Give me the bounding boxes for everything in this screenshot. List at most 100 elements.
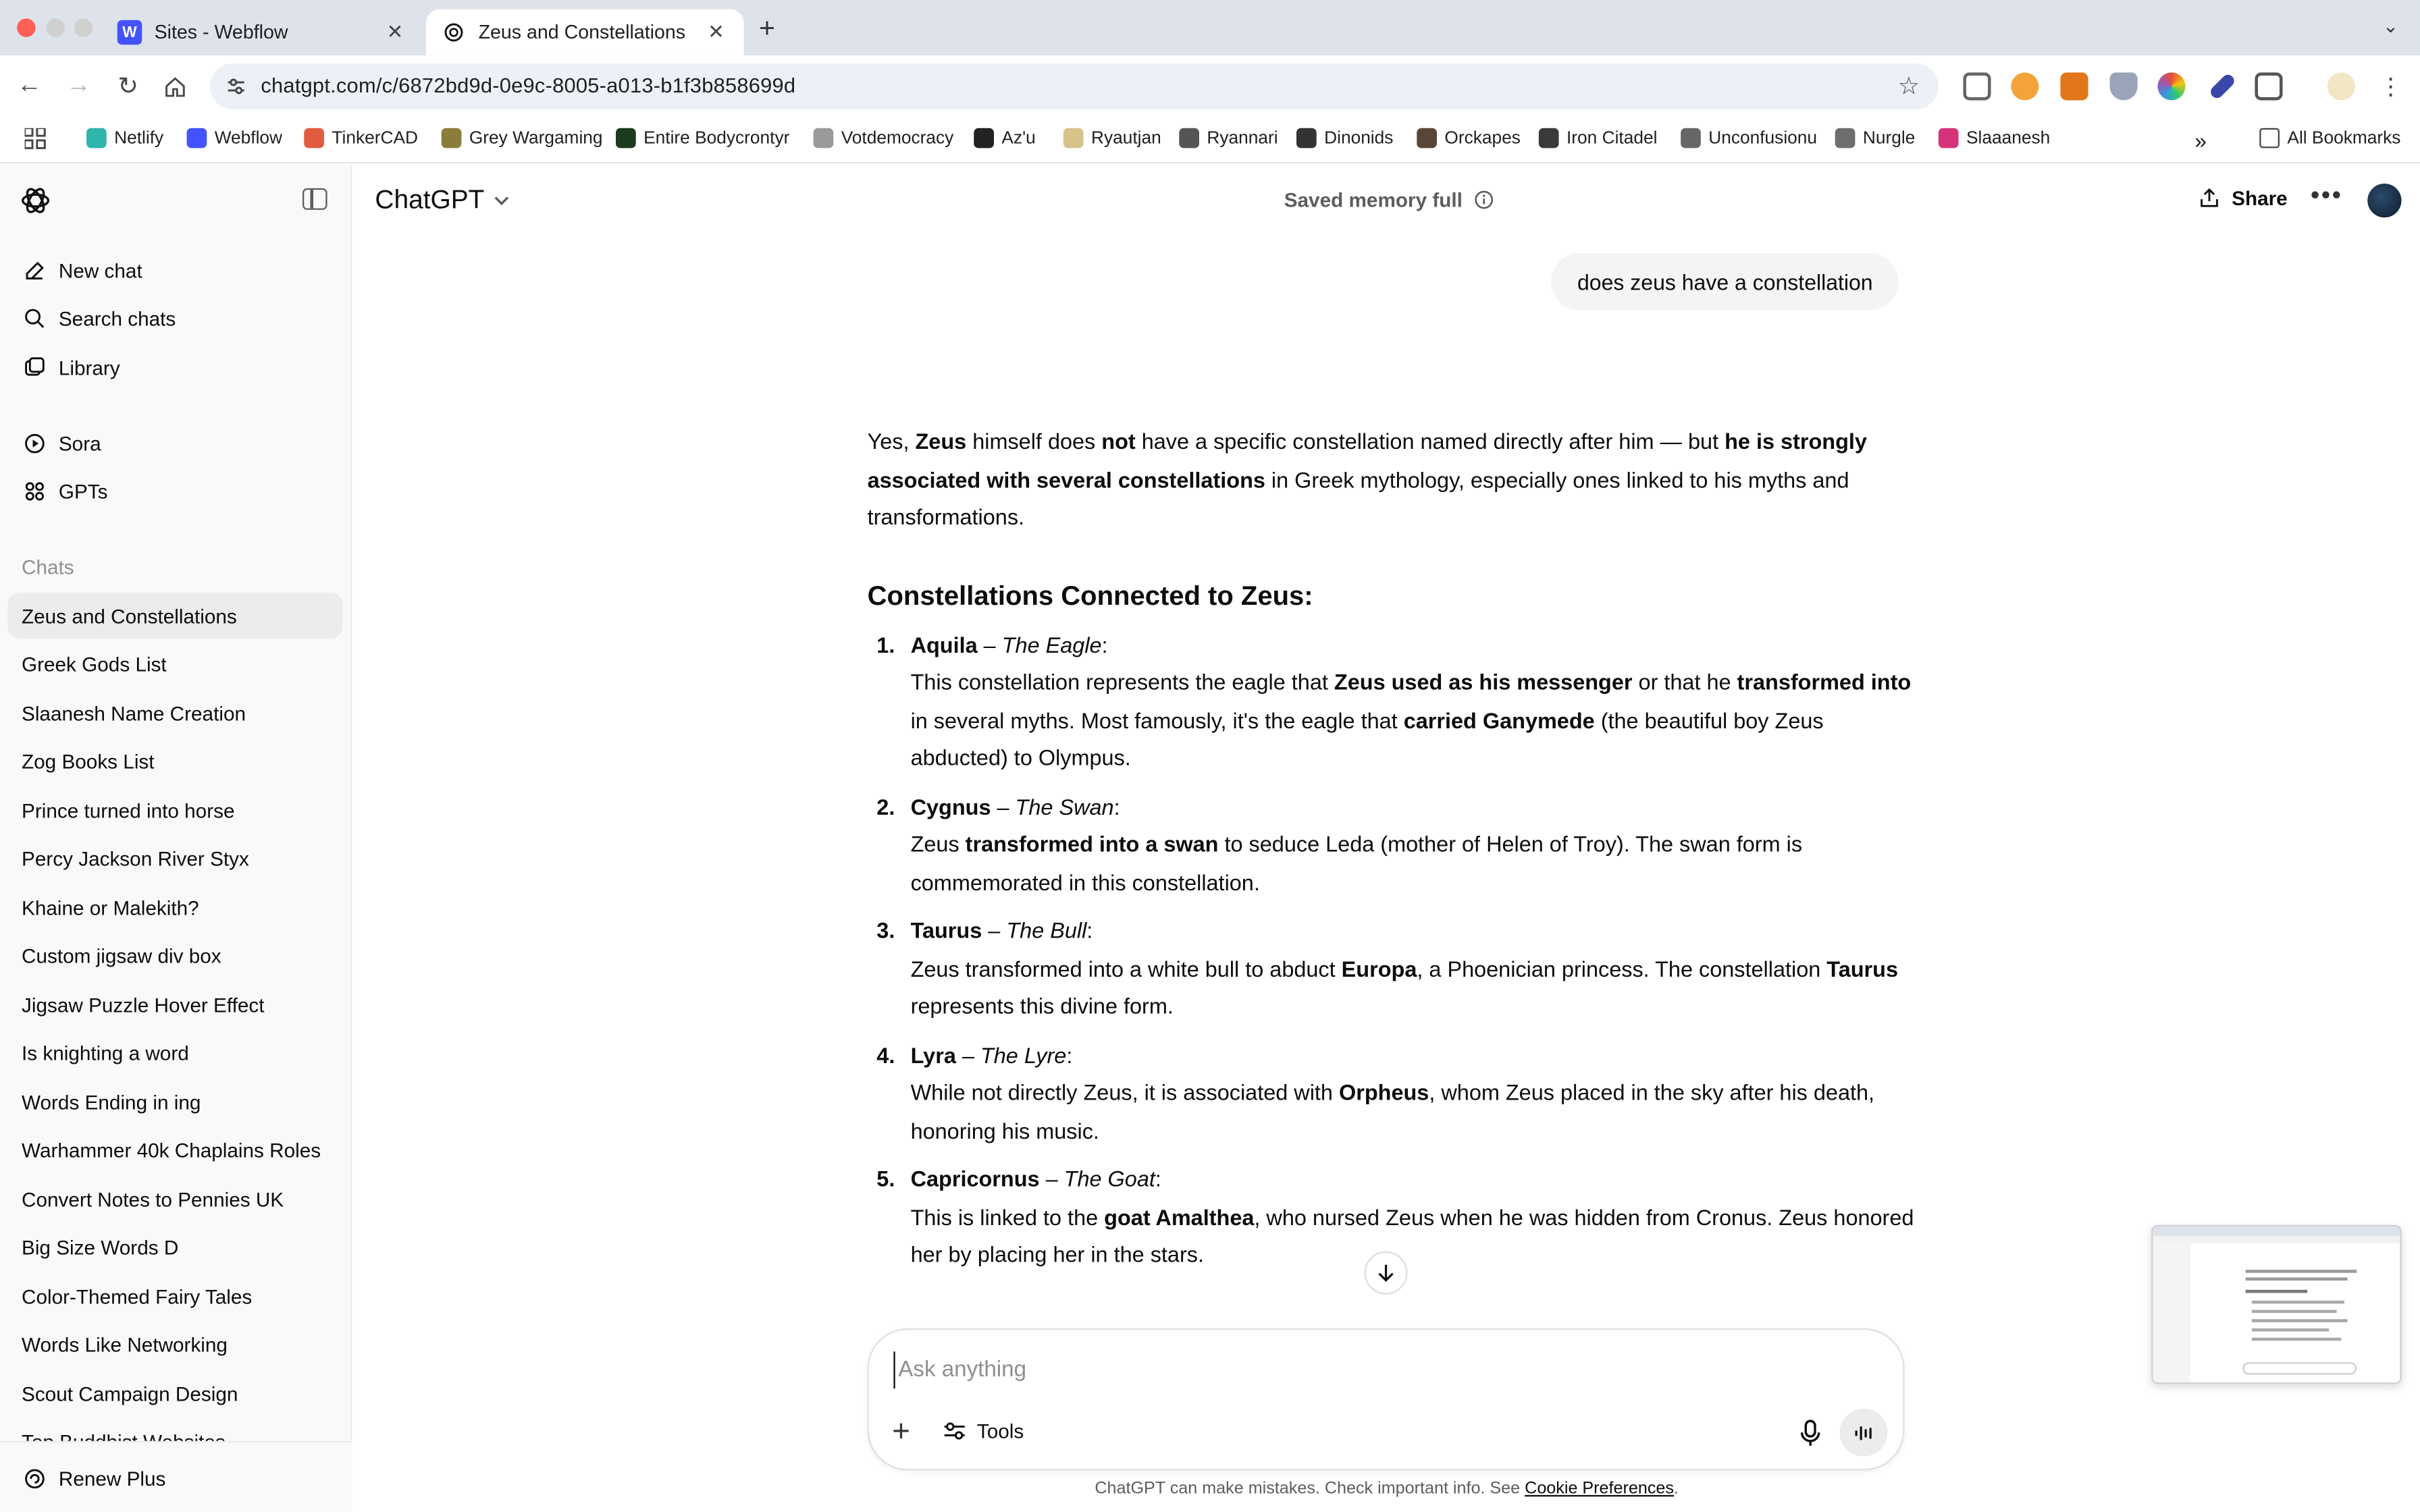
sidebar-item-search-chats[interactable]: Search chats [7, 295, 342, 342]
voice-mode-button[interactable] [1839, 1408, 1888, 1457]
bookmark-label: Az'u [1001, 128, 1036, 148]
openai-logo-icon[interactable] [18, 184, 52, 217]
bookmark-item[interactable]: Nurgle [1835, 128, 1915, 148]
share-button[interactable]: Share [2198, 187, 2288, 210]
renew-plus-button[interactable]: Renew Plus [7, 1455, 342, 1501]
metamask-fox-icon[interactable] [2060, 72, 2088, 101]
extension-person-icon[interactable] [2011, 72, 2039, 101]
bookmark-item[interactable]: Votdemocracy [813, 128, 953, 148]
sidebar-item-gpts[interactable]: GPTs [7, 468, 342, 514]
forward-button[interactable]: → [61, 70, 95, 103]
sidebar-item-new-chat[interactable]: New chat [7, 247, 342, 294]
bookmark-item[interactable]: Ryautjan [1063, 128, 1161, 148]
bookmark-item[interactable]: Iron Citadel [1538, 128, 1657, 148]
user-avatar[interactable] [2367, 183, 2402, 218]
chat-title: Words Like Networking [21, 1332, 228, 1357]
chat-history-item[interactable]: Top Buddhist Websites [7, 1419, 342, 1442]
microphone-icon[interactable] [1798, 1418, 1823, 1449]
bookmark-item[interactable]: Netlify [86, 128, 163, 148]
bookmark-item[interactable]: Grey Wargaming [441, 128, 603, 148]
chat-history-item[interactable]: Warhammer 40k Chaplains Roles [7, 1127, 342, 1174]
more-options-icon[interactable]: ••• [2311, 180, 2343, 211]
window-minimize-button[interactable] [46, 18, 65, 37]
chat-history-item[interactable]: Greek Gods List [7, 641, 342, 688]
shield-extension-icon[interactable] [2109, 72, 2138, 101]
browser-tab-webflow[interactable]: W Sites - Webflow ✕ [102, 9, 423, 56]
emphasis-text: goat Amalthea [1104, 1206, 1255, 1231]
qr-code-extension-icon[interactable] [1963, 72, 1991, 101]
bookmark-item[interactable]: Entire Bodycrontyr [615, 128, 789, 148]
chat-history-item[interactable]: Zeus and Constellations [7, 592, 343, 639]
chat-title: Is knighting a word [21, 1041, 189, 1065]
bookmark-item[interactable]: Dinonids [1296, 128, 1393, 148]
apps-grid-icon[interactable] [24, 128, 47, 150]
sidebar-item-library[interactable]: Library [7, 344, 342, 391]
bookmarks-overflow-icon[interactable]: » [2194, 128, 2207, 153]
bookmark-item[interactable]: Ryannari [1179, 128, 1278, 148]
chat-history-item[interactable]: Big Size Words D [7, 1224, 342, 1271]
chat-history-item[interactable]: Scout Campaign Design [7, 1370, 342, 1417]
sidebar-toggle-icon[interactable] [302, 188, 327, 210]
window-close-button[interactable] [17, 18, 36, 37]
constellation-title: Taurus – The Bull: [911, 913, 1917, 951]
chat-history-item[interactable]: Prince turned into horse [7, 787, 342, 834]
profile-avatar-icon[interactable] [2327, 72, 2355, 101]
emphasis-text: Europa [1341, 957, 1417, 982]
chat-history-item[interactable]: Words Like Networking [7, 1322, 342, 1368]
sidebar-item-label: Sora [58, 431, 101, 455]
bookmark-item[interactable]: TinkerCAD [304, 128, 418, 148]
cookie-preferences-link[interactable]: Cookie Preferences [1525, 1480, 1674, 1498]
chat-history-item[interactable]: Jigsaw Puzzle Hover Effect [7, 981, 342, 1028]
browser-tab-chatgpt[interactable]: Zeus and Constellations ✕ [425, 9, 744, 56]
reload-button[interactable]: ↻ [111, 70, 145, 103]
tab-search-chevron-icon[interactable]: ⌄ [2383, 16, 2398, 37]
color-wheel-extension-icon[interactable] [2157, 72, 2186, 101]
tab-close-icon[interactable]: ✕ [704, 20, 729, 45]
bookmark-star-icon[interactable]: ☆ [1898, 71, 1920, 102]
bookmark-item[interactable]: Orckapes [1417, 128, 1521, 148]
sidebar-item-sora[interactable]: Sora [7, 420, 342, 466]
chat-history-item[interactable]: Khaine or Malekith? [7, 884, 342, 931]
chat-history-item[interactable]: Custom jigsaw div box [7, 933, 342, 979]
emphasis-text: Orpheus [1338, 1081, 1429, 1106]
memory-status[interactable]: Saved memory full [1284, 188, 1494, 211]
intro-text: have a specific constellation named dire… [1135, 430, 1725, 456]
new-tab-button[interactable]: + [753, 12, 781, 45]
extensions-puzzle-icon[interactable] [2255, 72, 2283, 101]
chat-history-item[interactable]: Convert Notes to Pennies UK [7, 1176, 342, 1222]
bookmark-item[interactable]: Az'u [974, 128, 1036, 148]
bookmark-item[interactable]: Slaaanesh [1938, 128, 2050, 148]
eyedropper-extension-icon[interactable] [2208, 72, 2237, 101]
bookmark-item[interactable]: Unconfusionu [1681, 128, 1817, 148]
chat-history-item[interactable]: Percy Jackson River Styx [7, 836, 342, 882]
chat-history-item[interactable]: Words Ending in ing [7, 1079, 342, 1125]
url-text[interactable]: chatgpt.com/c/6872bd9d-0e9c-8005-a013-b1… [261, 74, 795, 97]
chat-history-item[interactable]: Color-Themed Fairy Tales [7, 1273, 342, 1320]
back-button[interactable]: ← [12, 70, 46, 103]
model-selector[interactable]: ChatGPT [375, 185, 510, 216]
bookmark-item[interactable]: Webflow [186, 128, 282, 148]
emphasis-text: Taurus [1826, 957, 1899, 982]
tab-close-icon[interactable]: ✕ [383, 20, 408, 45]
screenshot-thumbnail-preview[interactable] [2151, 1224, 2402, 1384]
intro-paragraph: Yes, Zeus himself does not have a specif… [868, 425, 1917, 538]
chat-history-item[interactable]: Slaanesh Name Creation [7, 690, 342, 736]
bookmark-favicon-icon [304, 128, 324, 148]
all-bookmarks-folder[interactable]: All Bookmarks [2259, 128, 2400, 148]
chat-history-item[interactable]: Zog Books List [7, 738, 342, 785]
tools-button[interactable]: Tools [943, 1420, 1024, 1442]
chat-title: Words Ending in ing [21, 1089, 201, 1114]
chat-history-list[interactable]: Zeus and Constellations Greek Gods List Sl… [0, 591, 352, 1442]
window-maximize-button[interactable] [74, 18, 93, 37]
home-button[interactable] [157, 70, 191, 103]
site-settings-icon[interactable] [226, 76, 247, 97]
scroll-to-bottom-button[interactable] [1364, 1251, 1408, 1295]
description-text: Zeus [910, 833, 966, 858]
prompt-input[interactable] [893, 1351, 1758, 1389]
add-attachment-button[interactable]: + [892, 1415, 910, 1451]
chat-title: Percy Jackson River Styx [21, 846, 249, 871]
chat-history-item[interactable]: Is knighting a word [7, 1030, 342, 1077]
address-bar[interactable]: chatgpt.com/c/6872bd9d-0e9c-8005-a013-b1… [209, 63, 1939, 110]
bookmarks-bar: Netlify Webflow TinkerCAD Grey Wargaming Ent… [0, 117, 2420, 164]
browser-menu-icon[interactable]: ⋮ [2373, 70, 2407, 103]
